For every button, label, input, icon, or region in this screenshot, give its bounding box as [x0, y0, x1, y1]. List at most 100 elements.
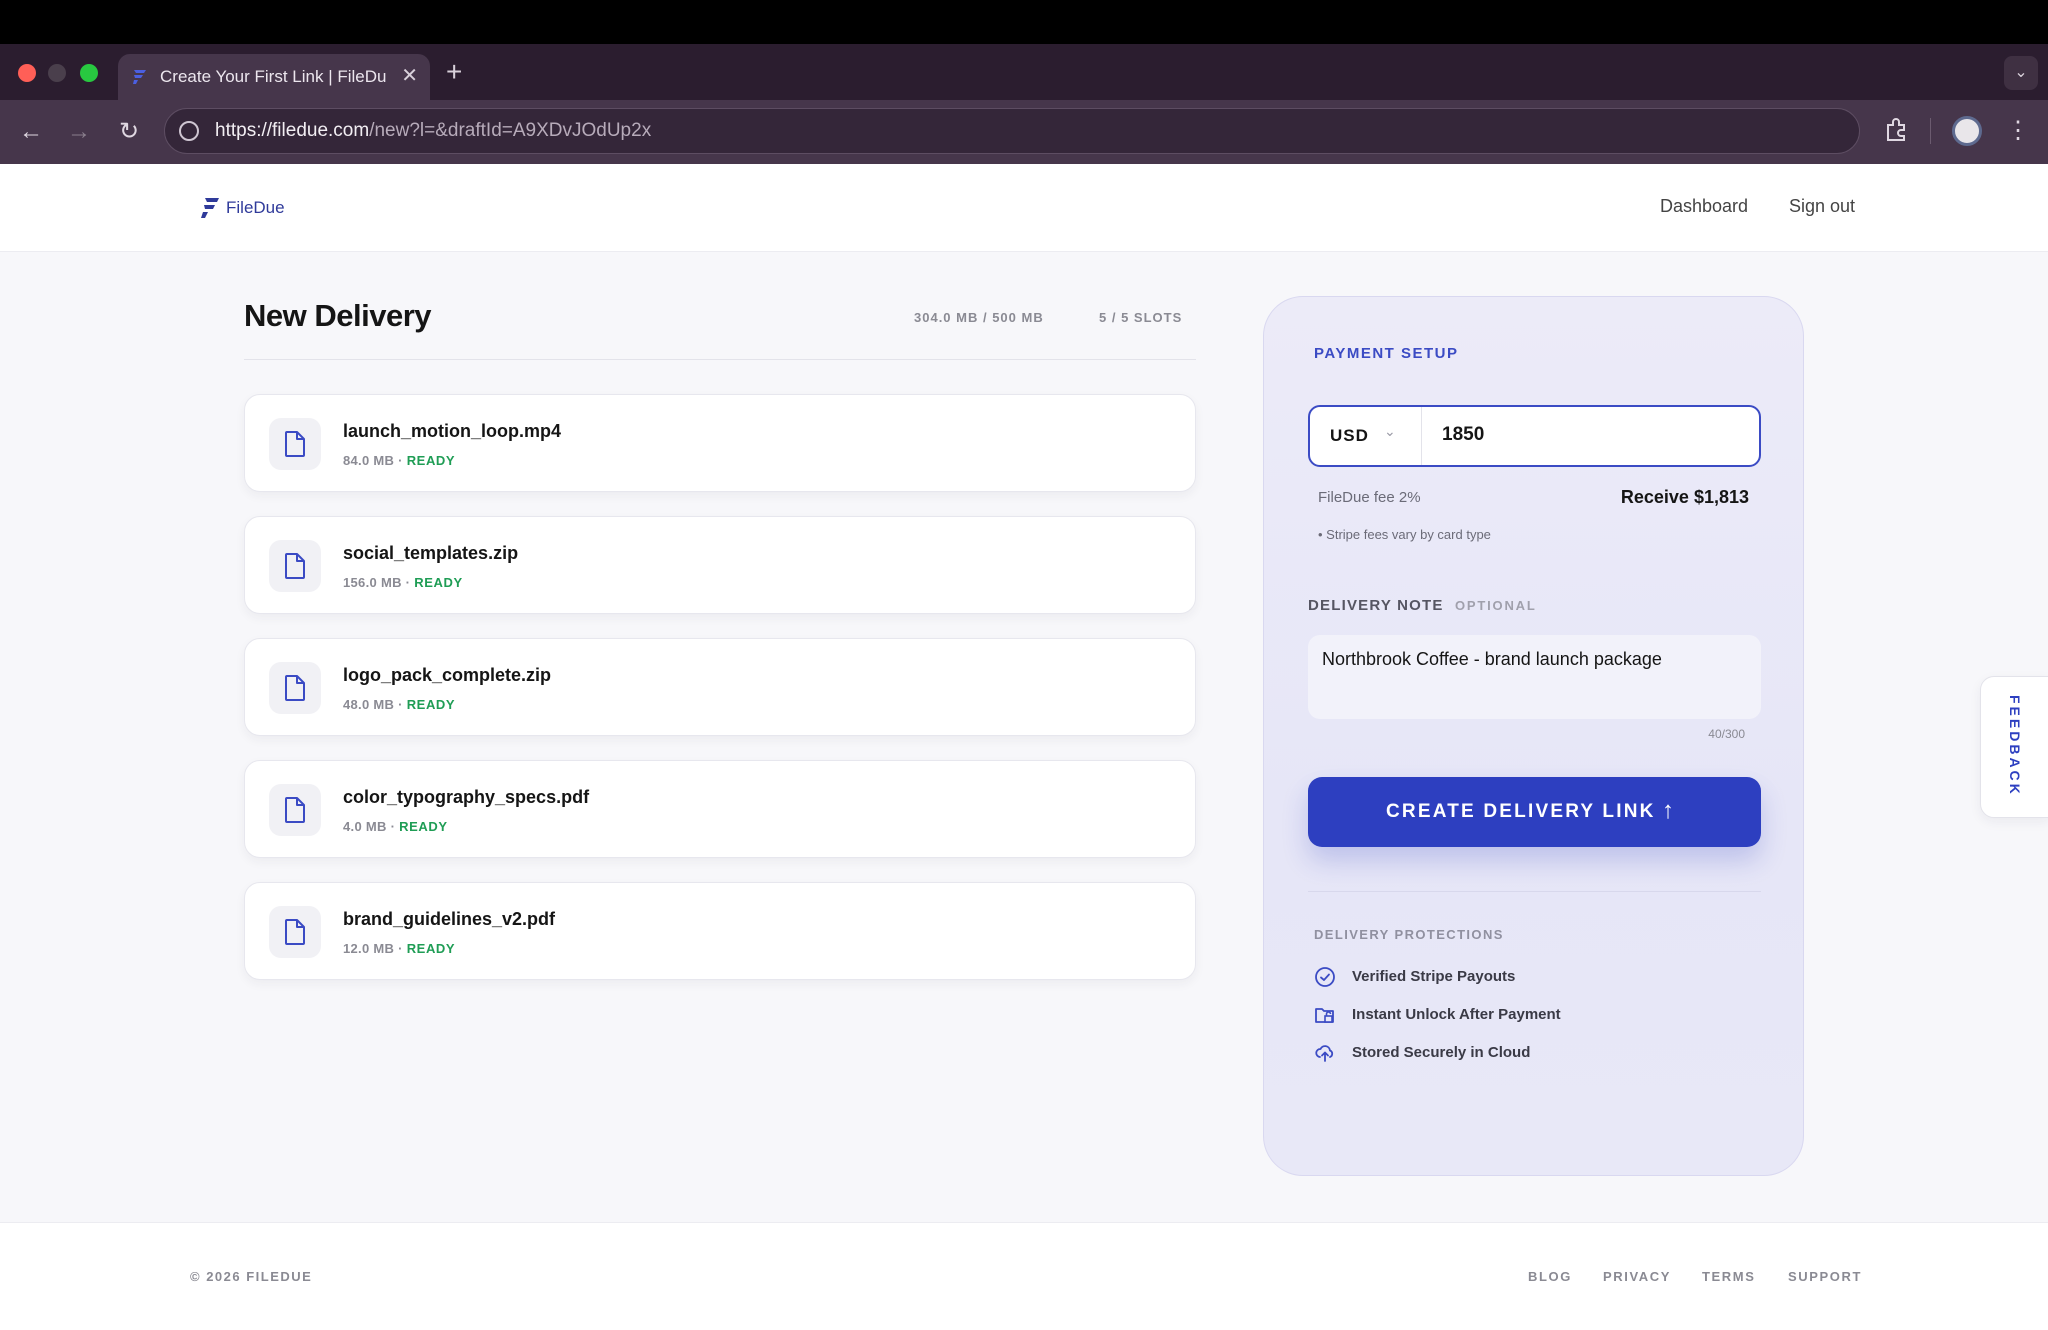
- brand-name: FileDue: [226, 198, 285, 217]
- cta-label: CREATE DELIVERY LINK: [1386, 801, 1656, 822]
- protections-label: DELIVERY PROTECTIONS: [1314, 927, 1504, 942]
- char-counter: 40/300: [1708, 727, 1745, 741]
- copyright: © 2026 FILEDUE: [190, 1269, 313, 1284]
- tab-close-icon[interactable]: ✕: [401, 64, 418, 88]
- file-icon-box: [269, 784, 321, 836]
- filedue-favicon-icon: [133, 70, 146, 84]
- delivery-note-label: DELIVERY NOTE: [1308, 597, 1444, 614]
- slot-usage: 5 / 5 SLOTS: [1099, 310, 1183, 325]
- price-input-group: USD ⌄ 1850: [1308, 405, 1761, 467]
- payment-setup-label: PAYMENT SETUP: [1314, 345, 1459, 362]
- file-item[interactable]: color_typography_specs.pdf 4.0 MB · READ…: [244, 760, 1196, 858]
- file-meta: 156.0 MB · READY: [343, 575, 463, 590]
- receive-amount: Receive $1,813: [1620, 487, 1749, 507]
- protection-text: Verified Stripe Payouts: [1352, 968, 1516, 985]
- file-icon-box: [269, 906, 321, 958]
- footer-privacy-link[interactable]: PRIVACY: [1603, 1269, 1671, 1284]
- file-size: 156.0 MB: [343, 575, 402, 590]
- stripe-fee-note: • Stripe fees vary by card type: [1318, 527, 1491, 542]
- feedback-label: FEEDBACK: [2007, 695, 2023, 797]
- fee-label: FileDue fee 2%: [1318, 489, 1421, 506]
- document-icon: [285, 797, 305, 823]
- footer-blog-link[interactable]: BLOG: [1528, 1269, 1572, 1284]
- tab-title: Create Your First Link | FileDue: [160, 67, 386, 86]
- file-item[interactable]: logo_pack_complete.zip 48.0 MB · READY: [244, 638, 1196, 736]
- reload-icon[interactable]: ↻: [114, 117, 144, 147]
- file-meta: 12.0 MB · READY: [343, 941, 456, 956]
- browser-tab-active[interactable]: Create Your First Link | FileDue ✕: [118, 54, 430, 100]
- toolbar-divider: [1930, 118, 1931, 144]
- filedue-logo-icon: [201, 198, 219, 218]
- create-delivery-link-button[interactable]: CREATE DELIVERY LINK ↑: [1308, 777, 1761, 847]
- file-meta: 84.0 MB · READY: [343, 453, 456, 468]
- url-host: https://filedue.com: [215, 120, 370, 141]
- document-icon: [285, 431, 305, 457]
- delivery-note-value: Northbrook Coffee - brand launch package: [1322, 649, 1662, 669]
- tab-search-chevron-icon[interactable]: ⌄: [2004, 56, 2038, 90]
- footer-terms-link[interactable]: TERMS: [1702, 1269, 1756, 1284]
- page-title: New Delivery: [244, 298, 432, 333]
- file-status: READY: [406, 697, 456, 712]
- file-icon-box: [269, 540, 321, 592]
- address-bar[interactable]: https://filedue.com/new?l=&draftId=A9XDv…: [164, 108, 1860, 154]
- file-name: color_typography_specs.pdf: [343, 787, 590, 807]
- file-name: logo_pack_complete.zip: [343, 665, 552, 685]
- app-header: FileDue Dashboard Sign out: [0, 164, 2048, 252]
- file-size: 84.0 MB: [343, 453, 395, 468]
- protection-text: Instant Unlock After Payment: [1352, 1006, 1561, 1023]
- address-url: https://filedue.com/new?l=&draftId=A9XDv…: [215, 120, 651, 142]
- back-arrow-icon[interactable]: ←: [16, 117, 46, 147]
- file-name: launch_motion_loop.mp4: [343, 421, 562, 441]
- file-item[interactable]: social_templates.zip 156.0 MB · READY: [244, 516, 1196, 614]
- url-path: /new?l=&draftId=A9XDvJOdUp2x: [369, 120, 652, 141]
- price-input[interactable]: 1850: [1442, 424, 1484, 446]
- storage-usage: 304.0 MB / 500 MB: [914, 310, 1044, 325]
- footer: © 2026 FILEDUE BLOG PRIVACY TERMS SUPPOR…: [0, 1222, 2048, 1330]
- file-icon-box: [269, 418, 321, 470]
- brand-logo[interactable]: FileDue: [200, 194, 285, 222]
- file-status: READY: [399, 819, 448, 834]
- currency-code: USD: [1330, 426, 1369, 445]
- document-icon: [285, 919, 305, 945]
- file-size: 12.0 MB: [343, 941, 395, 956]
- file-status: READY: [414, 575, 463, 590]
- nav-dashboard-link[interactable]: Dashboard: [1660, 196, 1748, 217]
- feedback-tab[interactable]: FEEDBACK: [1980, 676, 2048, 818]
- window-close-button[interactable]: [18, 64, 36, 82]
- file-status: READY: [406, 941, 456, 956]
- title-divider: [244, 359, 1196, 360]
- window-maximize-button[interactable]: [80, 64, 98, 82]
- browser-menu-icon[interactable]: ⋮: [2006, 116, 2030, 146]
- currency-select[interactable]: USD ⌄: [1310, 407, 1422, 465]
- screen-top-bar: [0, 0, 2048, 44]
- file-item[interactable]: brand_guidelines_v2.pdf 12.0 MB · READY: [244, 882, 1196, 980]
- footer-support-link[interactable]: SUPPORT: [1788, 1269, 1862, 1284]
- chevron-down-icon: ⌄: [1384, 423, 1396, 439]
- file-size: 4.0 MB: [343, 819, 387, 834]
- panel-divider: [1308, 891, 1761, 892]
- file-meta: 4.0 MB · READY: [343, 819, 448, 834]
- payment-panel: PAYMENT SETUP USD ⌄ 1850 FileDue fee 2% …: [1263, 296, 1804, 1176]
- document-icon: [285, 675, 305, 701]
- file-item[interactable]: launch_motion_loop.mp4 84.0 MB · READY: [244, 394, 1196, 492]
- file-icon-box: [269, 662, 321, 714]
- check-circle-icon: [1315, 967, 1335, 987]
- extensions-puzzle-icon[interactable]: [1882, 116, 1910, 144]
- protection-text: Stored Securely in Cloud: [1352, 1044, 1531, 1061]
- file-size: 48.0 MB: [343, 697, 395, 712]
- arrow-up-icon: ↑: [1662, 797, 1674, 824]
- file-name: social_templates.zip: [343, 543, 519, 563]
- new-tab-icon[interactable]: +: [446, 56, 462, 88]
- file-name: brand_guidelines_v2.pdf: [343, 909, 556, 929]
- document-icon: [285, 553, 305, 579]
- site-info-icon[interactable]: [179, 121, 199, 141]
- cloud-upload-icon: [1315, 1045, 1334, 1062]
- window-minimize-button[interactable]: [48, 64, 66, 82]
- unlock-folder-icon: [1315, 1008, 1334, 1023]
- profile-avatar[interactable]: [1952, 116, 1982, 146]
- optional-badge: OPTIONAL: [1455, 598, 1537, 613]
- file-meta: 48.0 MB · READY: [343, 697, 456, 712]
- delivery-note-textarea[interactable]: Northbrook Coffee - brand launch package: [1308, 635, 1761, 719]
- forward-arrow-icon[interactable]: →: [64, 117, 94, 147]
- nav-sign-out-link[interactable]: Sign out: [1789, 196, 1855, 217]
